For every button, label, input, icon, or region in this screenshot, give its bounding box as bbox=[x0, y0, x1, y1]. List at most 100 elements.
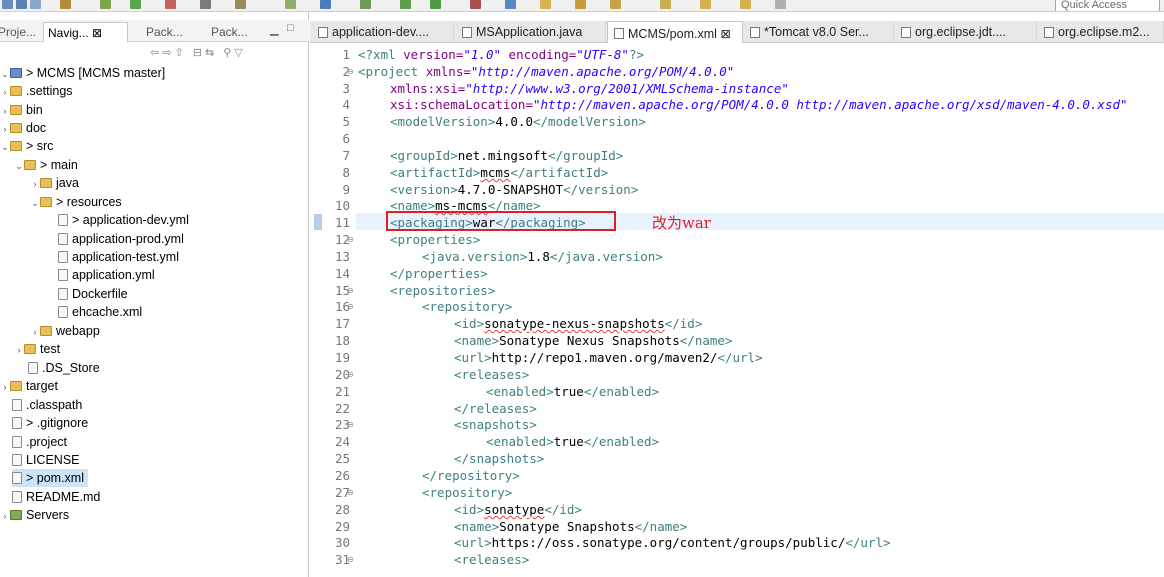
save-icon[interactable] bbox=[16, 0, 27, 9]
tree-item[interactable]: ⌄ > src bbox=[0, 137, 53, 155]
tree-item[interactable]: .classpath bbox=[12, 396, 82, 414]
line-number: 31 bbox=[334, 552, 350, 567]
tab-org-eclipse-m2[interactable]: org.eclipse.m2... bbox=[1038, 21, 1164, 43]
debug-run-icon[interactable] bbox=[400, 0, 411, 9]
code-line: <groupId>net.mingsoft</groupId> bbox=[390, 148, 624, 163]
tree-item-label: java bbox=[56, 176, 79, 190]
project-icon bbox=[10, 68, 22, 78]
expand-icon[interactable]: › bbox=[0, 102, 10, 120]
expand-icon[interactable]: › bbox=[0, 120, 10, 138]
tree-item[interactable]: › test bbox=[14, 340, 61, 359]
editor-tabs: application-dev.... MSApplication.java M… bbox=[310, 21, 1164, 43]
fold-icon[interactable]: ⊖ bbox=[347, 555, 356, 564]
fold-icon[interactable]: ⊖ bbox=[347, 302, 356, 311]
collapse-icon[interactable]: ⌄ bbox=[14, 157, 24, 175]
tab-pom-xml[interactable]: MCMS/pom.xml ⊠ bbox=[607, 21, 743, 43]
collapse-icon[interactable]: ⌄ bbox=[0, 65, 10, 83]
expand-icon[interactable]: › bbox=[0, 507, 10, 525]
tree-item[interactable]: › Servers bbox=[0, 506, 70, 525]
tree-item-label: webapp bbox=[56, 324, 100, 338]
tree-item[interactable]: › webapp bbox=[30, 322, 100, 340]
filter-icon[interactable]: ⚲ bbox=[223, 47, 234, 59]
tree-item[interactable]: › target bbox=[0, 377, 58, 395]
search-icon[interactable] bbox=[575, 0, 586, 9]
tree-item-project[interactable]: ⌄ > MCMS [MCMS master] bbox=[0, 64, 165, 82]
collapse-all-icon[interactable]: ⊟ bbox=[193, 47, 205, 59]
prev-annotation-icon[interactable] bbox=[660, 0, 671, 9]
tree-item[interactable]: ehcache.xml bbox=[58, 303, 142, 321]
run-icon[interactable] bbox=[130, 0, 141, 9]
forward-icon[interactable] bbox=[740, 0, 751, 9]
open-folder-icon[interactable] bbox=[540, 0, 551, 9]
expand-icon[interactable]: › bbox=[30, 323, 40, 341]
expand-icon[interactable]: › bbox=[0, 83, 10, 101]
tree-item[interactable]: .project bbox=[12, 433, 67, 451]
tree-item[interactable]: › bin bbox=[0, 101, 43, 119]
tree-item-selected[interactable]: > pom.xml bbox=[12, 469, 89, 487]
collapse-icon[interactable]: ⌄ bbox=[0, 138, 10, 156]
stop-icon[interactable] bbox=[165, 0, 176, 9]
external-tools-icon[interactable] bbox=[470, 0, 481, 9]
pin-icon[interactable] bbox=[610, 0, 621, 9]
tree-item[interactable]: › doc bbox=[0, 119, 47, 138]
fold-icon[interactable]: ⊖ bbox=[347, 286, 356, 295]
run-last-icon[interactable] bbox=[430, 0, 441, 9]
nav-arrow-icon[interactable] bbox=[775, 0, 786, 9]
tab-navigator[interactable]: Navig... ⊠ bbox=[43, 22, 128, 42]
tree-item[interactable]: application.yml bbox=[58, 266, 155, 284]
terminal-icon[interactable] bbox=[200, 0, 211, 9]
quick-access-input[interactable]: Quick Access bbox=[1055, 0, 1160, 11]
tab-application-dev[interactable]: application-dev.... bbox=[312, 21, 454, 43]
tree-item[interactable]: .DS_Store bbox=[28, 359, 100, 377]
wrench-icon[interactable] bbox=[235, 0, 246, 9]
line-number: 1 bbox=[342, 47, 350, 62]
tree-item[interactable]: ⌄ > resources bbox=[30, 193, 121, 212]
link-editor-icon[interactable]: ⇆ bbox=[205, 47, 217, 59]
fold-icon[interactable]: ⊖ bbox=[347, 370, 356, 379]
tree-item[interactable]: › java bbox=[30, 174, 79, 192]
back-arrow-icon[interactable]: ⇦ bbox=[150, 47, 162, 59]
minimize-icon[interactable]: ▁ bbox=[270, 23, 278, 36]
tree-item-label: > application-dev.yml bbox=[72, 213, 189, 227]
fold-icon[interactable]: ⊖ bbox=[347, 67, 356, 76]
tab-org-eclipse-jdt[interactable]: org.eclipse.jdt.... bbox=[895, 21, 1037, 43]
expand-icon[interactable]: › bbox=[0, 378, 10, 396]
debug-icon[interactable] bbox=[100, 0, 111, 9]
tree-item[interactable]: > .gitignore bbox=[12, 414, 88, 432]
tab-project-explorer[interactable]: Proje... bbox=[0, 22, 36, 42]
tab-package-explorer-2[interactable]: Pack... bbox=[211, 22, 248, 42]
tree-item[interactable]: LICENSE bbox=[12, 451, 80, 469]
server-icon[interactable] bbox=[285, 0, 296, 9]
new-icon[interactable] bbox=[2, 0, 13, 9]
fold-icon[interactable]: ⊖ bbox=[347, 235, 356, 244]
tree-item[interactable]: › .settings bbox=[0, 82, 73, 100]
build-icon[interactable] bbox=[60, 0, 71, 9]
tree-item[interactable]: ⌄ > main bbox=[14, 156, 78, 174]
tree-item[interactable]: application-test.yml bbox=[58, 248, 179, 266]
save-all-icon[interactable] bbox=[30, 0, 41, 9]
open-type-icon[interactable] bbox=[320, 0, 331, 9]
tab-tomcat-server[interactable]: *Tomcat v8.0 Ser... bbox=[744, 21, 894, 43]
fold-icon[interactable]: ⊖ bbox=[347, 420, 356, 429]
back-icon[interactable] bbox=[700, 0, 711, 9]
tree-item-label: .settings bbox=[26, 84, 73, 98]
code-line: <repositories> bbox=[390, 283, 496, 298]
tree-item-label: > main bbox=[40, 158, 78, 172]
collapse-icon[interactable]: ⌄ bbox=[30, 194, 40, 212]
expand-icon[interactable]: › bbox=[30, 175, 40, 193]
maximize-icon[interactable]: □ bbox=[287, 22, 294, 34]
fold-icon[interactable]: ⊖ bbox=[347, 488, 356, 497]
tree-item[interactable]: application-prod.yml bbox=[58, 230, 184, 248]
view-menu-icon[interactable]: ▽ bbox=[234, 47, 245, 59]
tab-package-explorer[interactable]: Pack... bbox=[146, 22, 183, 42]
tree-item[interactable]: Dockerfile bbox=[58, 285, 128, 303]
tree-item[interactable]: README.md bbox=[12, 488, 100, 506]
expand-icon[interactable]: › bbox=[14, 341, 24, 359]
gear-icon[interactable] bbox=[360, 0, 371, 9]
up-icon[interactable]: ⇧ bbox=[174, 47, 186, 59]
tab-msapplication[interactable]: MSApplication.java bbox=[456, 21, 606, 43]
forward-arrow-icon[interactable]: ⇨ bbox=[162, 47, 174, 59]
tree-item[interactable]: > application-dev.yml bbox=[58, 211, 189, 229]
new-class-icon[interactable] bbox=[505, 0, 516, 9]
xml-editor[interactable]: 1 2 ⊖ 3 4 5 6 7 8 9 10 11 12 ⊖ 13 14 15 … bbox=[310, 44, 1164, 577]
